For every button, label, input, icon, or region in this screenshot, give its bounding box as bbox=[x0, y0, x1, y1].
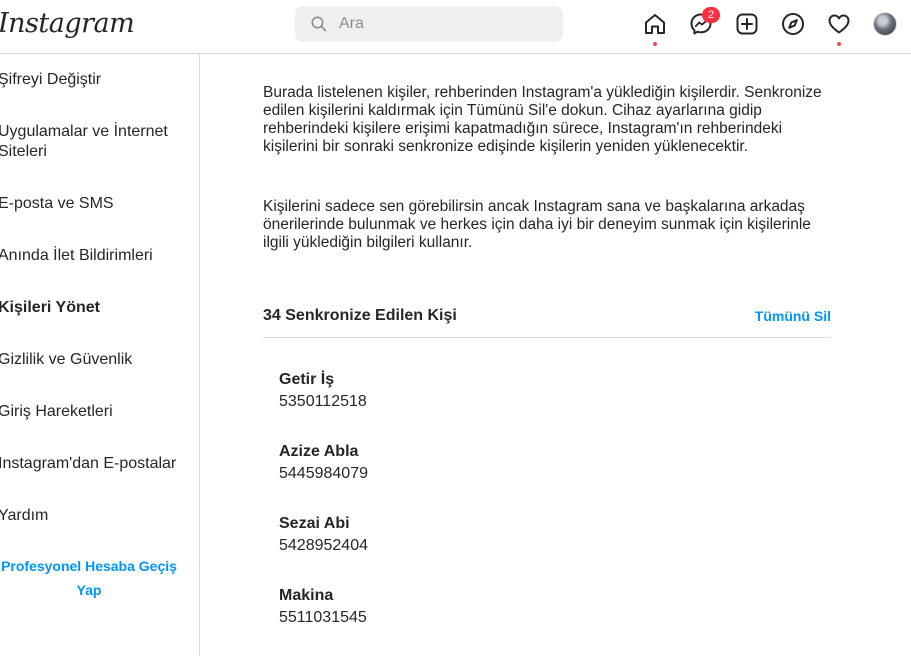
sidebar-item-change-password[interactable]: Şifreyi Değiştir bbox=[0, 70, 193, 90]
settings-sidebar: Şifreyi Değiştir Uygulamalar ve İnternet… bbox=[0, 54, 200, 656]
switch-to-professional-link[interactable]: Profesyonel Hesaba Geçiş Yap bbox=[0, 554, 178, 602]
contact-name: Getir İş bbox=[279, 371, 335, 388]
synced-contacts-title: 34 Senkronize Edilen Kişi bbox=[263, 307, 457, 324]
sidebar-item-emails-from-instagram[interactable]: Instagram'dan E-postalar bbox=[0, 454, 193, 474]
sidebar-item-email-and-sms[interactable]: E-posta ve SMS bbox=[0, 194, 193, 214]
section-divider bbox=[263, 337, 831, 338]
contacts-privacy-paragraph: Kişilerini sadece sen görebilirsin ancak… bbox=[263, 198, 811, 251]
delete-all-button[interactable]: Tümünü Sil bbox=[680, 308, 831, 324]
profile-avatar[interactable] bbox=[873, 12, 897, 36]
new-post-icon[interactable] bbox=[735, 12, 759, 36]
contact-phone: 5428952404 bbox=[279, 537, 368, 554]
contact-name: Azize Abla bbox=[279, 443, 359, 460]
activity-heart-icon[interactable] bbox=[827, 12, 851, 36]
sidebar-item-manage-contacts[interactable]: Kişileri Yönet bbox=[0, 298, 193, 318]
instagram-logo[interactable]: Instagram bbox=[0, 8, 135, 39]
contact-phone: 5445984079 bbox=[279, 465, 368, 482]
sidebar-item-privacy-and-security[interactable]: Gizlilik ve Güvenlik bbox=[0, 350, 193, 370]
sidebar-item-login-activity[interactable]: Giriş Hareketleri bbox=[0, 402, 193, 422]
contact-phone: 5511031545 bbox=[279, 609, 367, 626]
sidebar-item-push-notifications[interactable]: Anında İlet Bildirimleri bbox=[0, 246, 193, 266]
sidebar-item-help[interactable]: Yardım bbox=[0, 506, 193, 526]
contact-item: Getir İş 5350112518 bbox=[279, 370, 579, 412]
search-icon bbox=[311, 16, 327, 32]
contact-item: Azize Abla 5445984079 bbox=[279, 442, 579, 484]
search-box[interactable] bbox=[295, 6, 563, 42]
search-input[interactable] bbox=[339, 6, 549, 42]
explore-icon[interactable] bbox=[781, 12, 805, 36]
top-navigation-bar: Instagram 2 bbox=[0, 0, 911, 54]
home-active-dot bbox=[653, 42, 657, 46]
contact-name: Sezai Abi bbox=[279, 515, 350, 532]
contact-item: Sezai Abi 5428952404 bbox=[279, 514, 579, 556]
contact-phone: 5350112518 bbox=[279, 393, 367, 410]
messenger-badge: 2 bbox=[702, 7, 720, 23]
contact-name: Makina bbox=[279, 587, 334, 604]
contact-item: Makina 5511031545 bbox=[279, 586, 579, 628]
sidebar-item-apps-and-websites[interactable]: Uygulamalar ve İnternet Siteleri bbox=[0, 122, 193, 162]
contacts-info-paragraph: Burada listelenen kişiler, rehberinden I… bbox=[263, 84, 822, 155]
activity-dot bbox=[837, 42, 841, 46]
manage-contacts-panel: Burada listelenen kişiler, rehberinden I… bbox=[200, 54, 911, 656]
home-icon[interactable] bbox=[643, 12, 667, 36]
